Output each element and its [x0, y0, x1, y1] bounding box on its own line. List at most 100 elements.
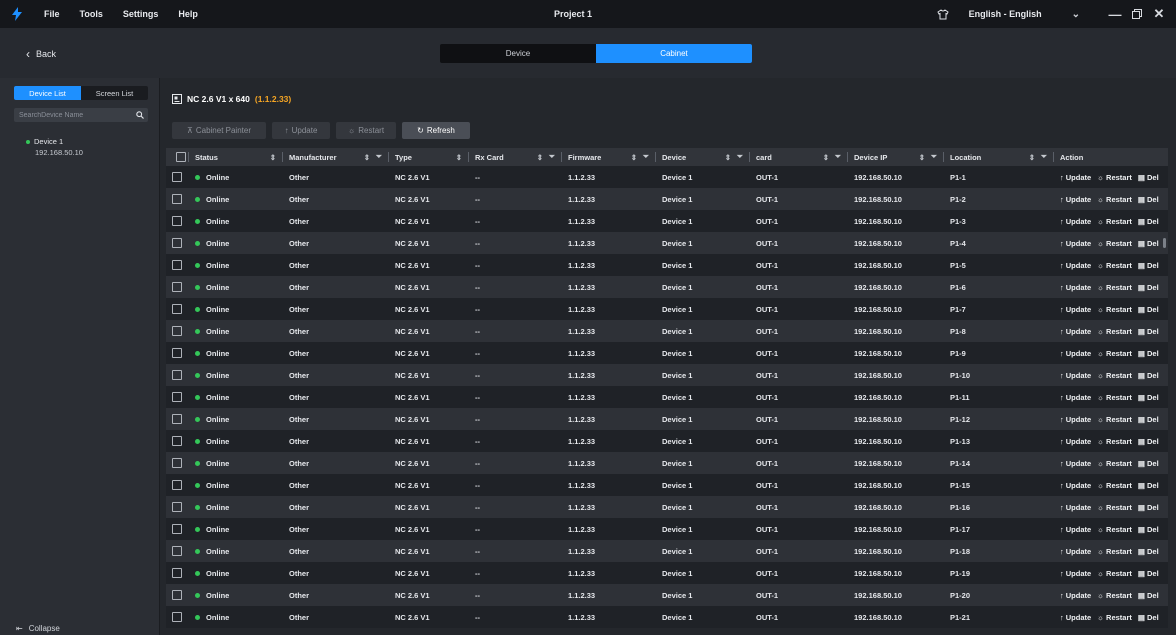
row-delete-button[interactable]: ▤ Del	[1138, 591, 1159, 600]
row-select[interactable]	[166, 386, 188, 408]
row-delete-button[interactable]: ▤ Del	[1138, 371, 1159, 380]
sort-icon[interactable]: ⇕	[270, 153, 276, 162]
table-row[interactable]: Online Other NC 2.6 V1 -- 1.1.2.33 Device 1 OU…	[166, 342, 1168, 364]
row-restart-button[interactable]: ☼ Restart	[1097, 217, 1132, 226]
row-select[interactable]	[166, 540, 188, 562]
restart-button[interactable]: ☼ Restart	[336, 122, 396, 139]
row-restart-button[interactable]: ☼ Restart	[1097, 591, 1132, 600]
row-update-button[interactable]: ↑ Update	[1060, 459, 1091, 468]
filter-icon[interactable]: ⏷	[376, 152, 382, 162]
row-delete-button[interactable]: ▤ Del	[1138, 569, 1159, 578]
row-select[interactable]	[166, 320, 188, 342]
sort-icon[interactable]: ⇕	[725, 153, 731, 162]
table-row[interactable]: Online Other NC 2.6 V1 -- 1.1.2.33 Device 1 OU…	[166, 298, 1168, 320]
tree-device-node[interactable]: Device 1	[26, 137, 63, 146]
row-restart-button[interactable]: ☼ Restart	[1097, 327, 1132, 336]
row-select[interactable]	[166, 166, 188, 188]
checkbox[interactable]	[172, 260, 182, 270]
filter-icon[interactable]: ⏷	[835, 152, 841, 162]
minimize-icon[interactable]: —	[1104, 0, 1126, 28]
checkbox[interactable]	[172, 238, 182, 248]
row-update-button[interactable]: ↑ Update	[1060, 349, 1091, 358]
row-restart-button[interactable]: ☼ Restart	[1097, 261, 1132, 270]
sort-icon[interactable]: ⇕	[456, 153, 462, 162]
tab-cabinet[interactable]: Cabinet	[596, 44, 752, 63]
header-select-all[interactable]	[166, 148, 188, 166]
tab-device-list[interactable]: Device List	[14, 86, 81, 100]
row-select[interactable]	[166, 408, 188, 430]
row-update-button[interactable]: ↑ Update	[1060, 217, 1091, 226]
row-restart-button[interactable]: ☼ Restart	[1097, 503, 1132, 512]
checkbox[interactable]	[172, 612, 182, 622]
checkbox[interactable]	[172, 458, 182, 468]
table-row[interactable]: Online Other NC 2.6 V1 -- 1.1.2.33 Device 1 OU…	[166, 584, 1168, 606]
checkbox[interactable]	[175, 152, 186, 162]
row-restart-button[interactable]: ☼ Restart	[1097, 613, 1132, 622]
row-delete-button[interactable]: ▤ Del	[1138, 261, 1159, 270]
row-select[interactable]	[166, 518, 188, 540]
table-row[interactable]: Online Other NC 2.6 V1 -- 1.1.2.33 Device 1 OU…	[166, 386, 1168, 408]
row-delete-button[interactable]: ▤ Del	[1138, 503, 1159, 512]
table-row[interactable]: Online Other NC 2.6 V1 -- 1.1.2.33 Device 1 OU…	[166, 276, 1168, 298]
table-row[interactable]: Online Other NC 2.6 V1 -- 1.1.2.33 Device 1 OU…	[166, 430, 1168, 452]
row-select[interactable]	[166, 210, 188, 232]
table-row[interactable]: Online Other NC 2.6 V1 -- 1.1.2.33 Device 1 OU…	[166, 188, 1168, 210]
row-update-button[interactable]: ↑ Update	[1060, 371, 1091, 380]
row-select[interactable]	[166, 452, 188, 474]
row-update-button[interactable]: ↑ Update	[1060, 261, 1091, 270]
row-delete-button[interactable]: ▤ Del	[1138, 349, 1159, 358]
search-icon[interactable]	[132, 111, 148, 119]
tab-screen-list[interactable]: Screen List	[81, 86, 148, 100]
row-delete-button[interactable]: ▤ Del	[1138, 195, 1159, 204]
checkbox[interactable]	[172, 326, 182, 336]
row-update-button[interactable]: ↑ Update	[1060, 195, 1091, 204]
row-delete-button[interactable]: ▤ Del	[1138, 217, 1159, 226]
row-restart-button[interactable]: ☼ Restart	[1097, 393, 1132, 402]
row-restart-button[interactable]: ☼ Restart	[1097, 349, 1132, 358]
row-restart-button[interactable]: ☼ Restart	[1097, 525, 1132, 534]
row-delete-button[interactable]: ▤ Del	[1138, 459, 1159, 468]
checkbox[interactable]	[172, 392, 182, 402]
row-select[interactable]	[166, 584, 188, 606]
sort-icon[interactable]: ⇕	[631, 153, 637, 162]
row-restart-button[interactable]: ☼ Restart	[1097, 173, 1132, 182]
menu-file[interactable]: File	[34, 9, 70, 19]
table-row[interactable]: Online Other NC 2.6 V1 -- 1.1.2.33 Device 1 OU…	[166, 408, 1168, 430]
refresh-button[interactable]: ↻ Refresh	[402, 122, 470, 139]
checkbox[interactable]	[172, 216, 182, 226]
row-select[interactable]	[166, 298, 188, 320]
table-row[interactable]: Online Other NC 2.6 V1 -- 1.1.2.33 Device 1 OU…	[166, 474, 1168, 496]
row-restart-button[interactable]: ☼ Restart	[1097, 481, 1132, 490]
row-update-button[interactable]: ↑ Update	[1060, 547, 1091, 556]
row-delete-button[interactable]: ▤ Del	[1138, 173, 1159, 182]
row-restart-button[interactable]: ☼ Restart	[1097, 459, 1132, 468]
search-input[interactable]	[14, 111, 132, 119]
row-delete-button[interactable]: ▤ Del	[1138, 437, 1159, 446]
sort-icon[interactable]: ⇕	[364, 153, 370, 162]
checkbox[interactable]	[172, 172, 182, 182]
filter-icon[interactable]: ⏷	[549, 152, 555, 162]
row-update-button[interactable]: ↑ Update	[1060, 503, 1091, 512]
filter-icon[interactable]: ⏷	[737, 152, 743, 162]
table-row[interactable]: Online Other NC 2.6 V1 -- 1.1.2.33 Device 1 OU…	[166, 452, 1168, 474]
checkbox[interactable]	[172, 436, 182, 446]
table-row[interactable]: Online Other NC 2.6 V1 -- 1.1.2.33 Device 1 OU…	[166, 320, 1168, 342]
row-update-button[interactable]: ↑ Update	[1060, 173, 1091, 182]
row-update-button[interactable]: ↑ Update	[1060, 525, 1091, 534]
row-update-button[interactable]: ↑ Update	[1060, 415, 1091, 424]
row-delete-button[interactable]: ▤ Del	[1138, 327, 1159, 336]
sort-icon[interactable]: ⇕	[823, 153, 829, 162]
tab-device[interactable]: Device	[440, 44, 596, 63]
table-row[interactable]: Online Other NC 2.6 V1 -- 1.1.2.33 Device 1 OU…	[166, 232, 1168, 254]
table-row[interactable]: Online Other NC 2.6 V1 -- 1.1.2.33 Device 1 OU…	[166, 364, 1168, 386]
checkbox[interactable]	[172, 304, 182, 314]
filter-icon[interactable]: ⏷	[1041, 152, 1047, 162]
row-restart-button[interactable]: ☼ Restart	[1097, 195, 1132, 204]
row-restart-button[interactable]: ☼ Restart	[1097, 415, 1132, 424]
checkbox[interactable]	[172, 414, 182, 424]
row-delete-button[interactable]: ▤ Del	[1138, 393, 1159, 402]
menu-tools[interactable]: Tools	[70, 9, 113, 19]
chevron-down-icon[interactable]: ⌄	[1072, 9, 1080, 20]
close-icon[interactable]: ✕	[1148, 0, 1170, 28]
row-delete-button[interactable]: ▤ Del	[1138, 239, 1159, 248]
